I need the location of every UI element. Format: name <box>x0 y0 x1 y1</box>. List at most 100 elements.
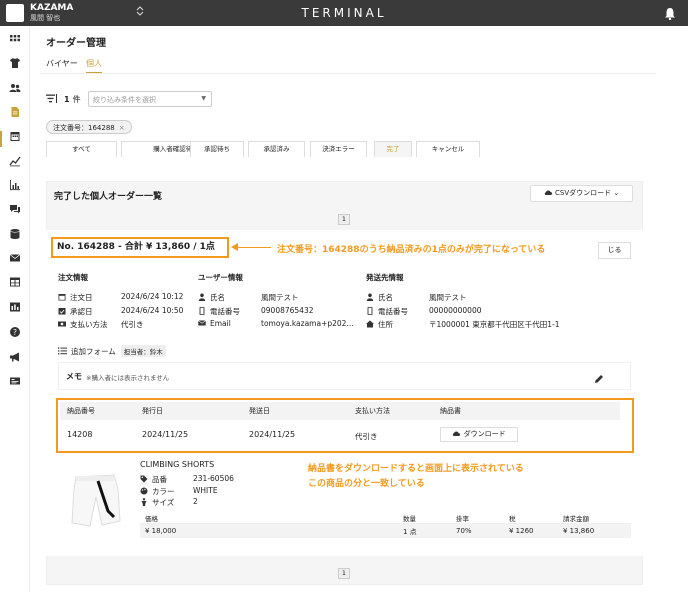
filter-chip[interactable]: 注文番号：164288 × <box>46 120 132 134</box>
ship-address-label: 住所 <box>366 319 393 330</box>
memo-label: メモ <box>66 372 82 381</box>
page-title: オーダー管理 <box>46 38 106 49</box>
product-attr-size: サイズ <box>140 497 174 508</box>
tab-awaiting-approval[interactable]: 承認待ち <box>190 141 244 157</box>
col-quantity: 数量 <box>403 515 416 523</box>
approval-date-label: 承認日 <box>58 306 93 317</box>
user-icon <box>198 293 206 301</box>
palette-icon <box>140 487 148 495</box>
top-bar: KAZAMA 風間 智也 TERMINAL <box>0 0 688 26</box>
bell-icon[interactable] <box>664 5 676 24</box>
product-attr-sku: 品番 <box>140 474 167 485</box>
tab-payment-error[interactable]: 決済エラー <box>310 141 367 157</box>
product-name: CLIMBING SHORTS <box>140 460 215 469</box>
delivery-slip-download-button[interactable]: ダウンロード <box>440 427 518 442</box>
col-amount: 請求金額 <box>563 515 589 523</box>
divider <box>40 73 656 74</box>
person-icon <box>141 498 147 506</box>
filter-condition-select[interactable]: 絞り込み条件を選択 ▼ <box>88 91 212 107</box>
user-email-value: tomoya.kazama+p202... <box>261 319 354 328</box>
col-price: 価格 <box>145 515 158 523</box>
money-icon <box>58 321 66 327</box>
megaphone-icon[interactable] <box>9 351 21 363</box>
grid-icon[interactable] <box>9 34 21 46</box>
product-size-value: 2 <box>193 497 198 506</box>
chevron-down-icon: ⌄ <box>613 189 620 197</box>
analytics-icon[interactable] <box>9 155 21 167</box>
csv-download-button[interactable]: CSVダウンロード ⌄ <box>530 185 633 202</box>
tab-approved[interactable]: 承認済み <box>248 141 305 157</box>
order-info-heading: 注文情報 <box>58 273 88 282</box>
svg-text:?: ? <box>13 328 17 337</box>
user-name-value: 風間テスト <box>261 293 299 302</box>
tab-all[interactable]: すべて <box>46 141 117 157</box>
product-table-header <box>140 510 631 524</box>
annotation-arrow <box>231 243 271 251</box>
product-tax: ¥ 1260 <box>509 527 534 535</box>
user-phone-label: 電話番号 <box>198 306 240 317</box>
document-icon[interactable] <box>9 106 21 118</box>
add-form-label: 追加フォーム <box>71 346 116 356</box>
table-icon[interactable] <box>9 276 21 288</box>
tab-individual[interactable]: 個人 <box>86 58 102 73</box>
bar-chart-icon[interactable] <box>9 179 21 191</box>
delivery-col-slip: 納品書 <box>440 407 461 415</box>
users-icon[interactable] <box>9 82 21 94</box>
delivery-issue-date: 2024/11/25 <box>142 430 189 439</box>
mail-icon <box>198 320 206 326</box>
tag-icon <box>140 475 148 483</box>
id-card-icon[interactable] <box>9 375 21 387</box>
product-sku-value: 231-60506 <box>193 474 234 483</box>
filter-icon[interactable] <box>46 94 58 105</box>
pagination-page[interactable]: 1 <box>338 214 350 225</box>
ship-phone-label: 電話番号 <box>366 306 408 317</box>
chat-icon[interactable] <box>9 203 21 215</box>
col-rate: 掛率 <box>456 515 469 523</box>
product-price: ¥ 18,000 <box>145 527 177 535</box>
ship-phone-value: 00000000000 <box>429 306 482 315</box>
delivery-payment: 代引き <box>355 432 378 441</box>
app-title: TERMINAL <box>301 6 387 20</box>
pencil-icon[interactable] <box>594 369 604 383</box>
calendar-icon[interactable] <box>9 130 21 142</box>
order-date-value: 2024/6/24 10:12 <box>121 292 184 301</box>
order-card <box>46 230 643 556</box>
cloud-download-icon <box>453 431 461 436</box>
delivery-col-payment: 支払い方法 <box>355 407 390 415</box>
sidebar: ? <box>0 26 30 592</box>
ship-info-heading: 発送先情報 <box>366 273 404 282</box>
product-image <box>68 471 124 529</box>
filter-summary: 1 件 <box>46 94 81 105</box>
tab-buyer[interactable]: バイヤー <box>46 58 78 69</box>
delivery-col-ship-date: 発送日 <box>249 407 270 415</box>
user-name-label: 氏名 <box>198 292 225 303</box>
chevron-down-icon: ▼ <box>201 95 206 102</box>
close-button[interactable]: じる <box>598 242 631 259</box>
report-icon[interactable] <box>9 301 21 313</box>
calendar-icon <box>58 294 66 301</box>
home-icon <box>366 320 374 328</box>
filter-select-placeholder: 絞り込み条件を選択 <box>93 96 156 104</box>
database-icon[interactable] <box>9 228 21 240</box>
payment-method-value: 代引き <box>121 320 144 329</box>
csv-download-label: CSVダウンロード <box>555 189 612 197</box>
payment-method-label: 支払い方法 <box>58 319 108 330</box>
mail-icon[interactable] <box>9 252 21 264</box>
close-icon[interactable]: × <box>119 124 125 132</box>
product-attr-color: カラー <box>140 486 175 497</box>
annotation-order-status: 注文番号：164288のうち納品済みの1点のみが完了になっている <box>277 245 546 255</box>
pagination-page-bottom[interactable]: 1 <box>338 568 350 579</box>
shirt-icon[interactable] <box>9 57 21 69</box>
calendar-check-icon <box>58 308 66 315</box>
list-icon <box>58 347 67 355</box>
phone-icon <box>367 307 373 315</box>
result-count: 1 <box>64 95 70 104</box>
annotation-delivery-slip: 納品書をダウンロードすると画面上に表示されている この商品の分と一致している <box>308 462 524 492</box>
ship-name-value: 風間テスト <box>429 293 467 302</box>
tab-completed[interactable]: 完了 <box>374 141 412 157</box>
phone-icon <box>199 307 205 315</box>
tab-cancelled[interactable]: キャンセル <box>416 141 480 157</box>
add-form-row[interactable]: 追加フォーム 担当者：鈴木 <box>58 345 166 357</box>
help-icon[interactable]: ? <box>9 326 21 338</box>
owner-badge: 担当者：鈴木 <box>120 345 166 357</box>
